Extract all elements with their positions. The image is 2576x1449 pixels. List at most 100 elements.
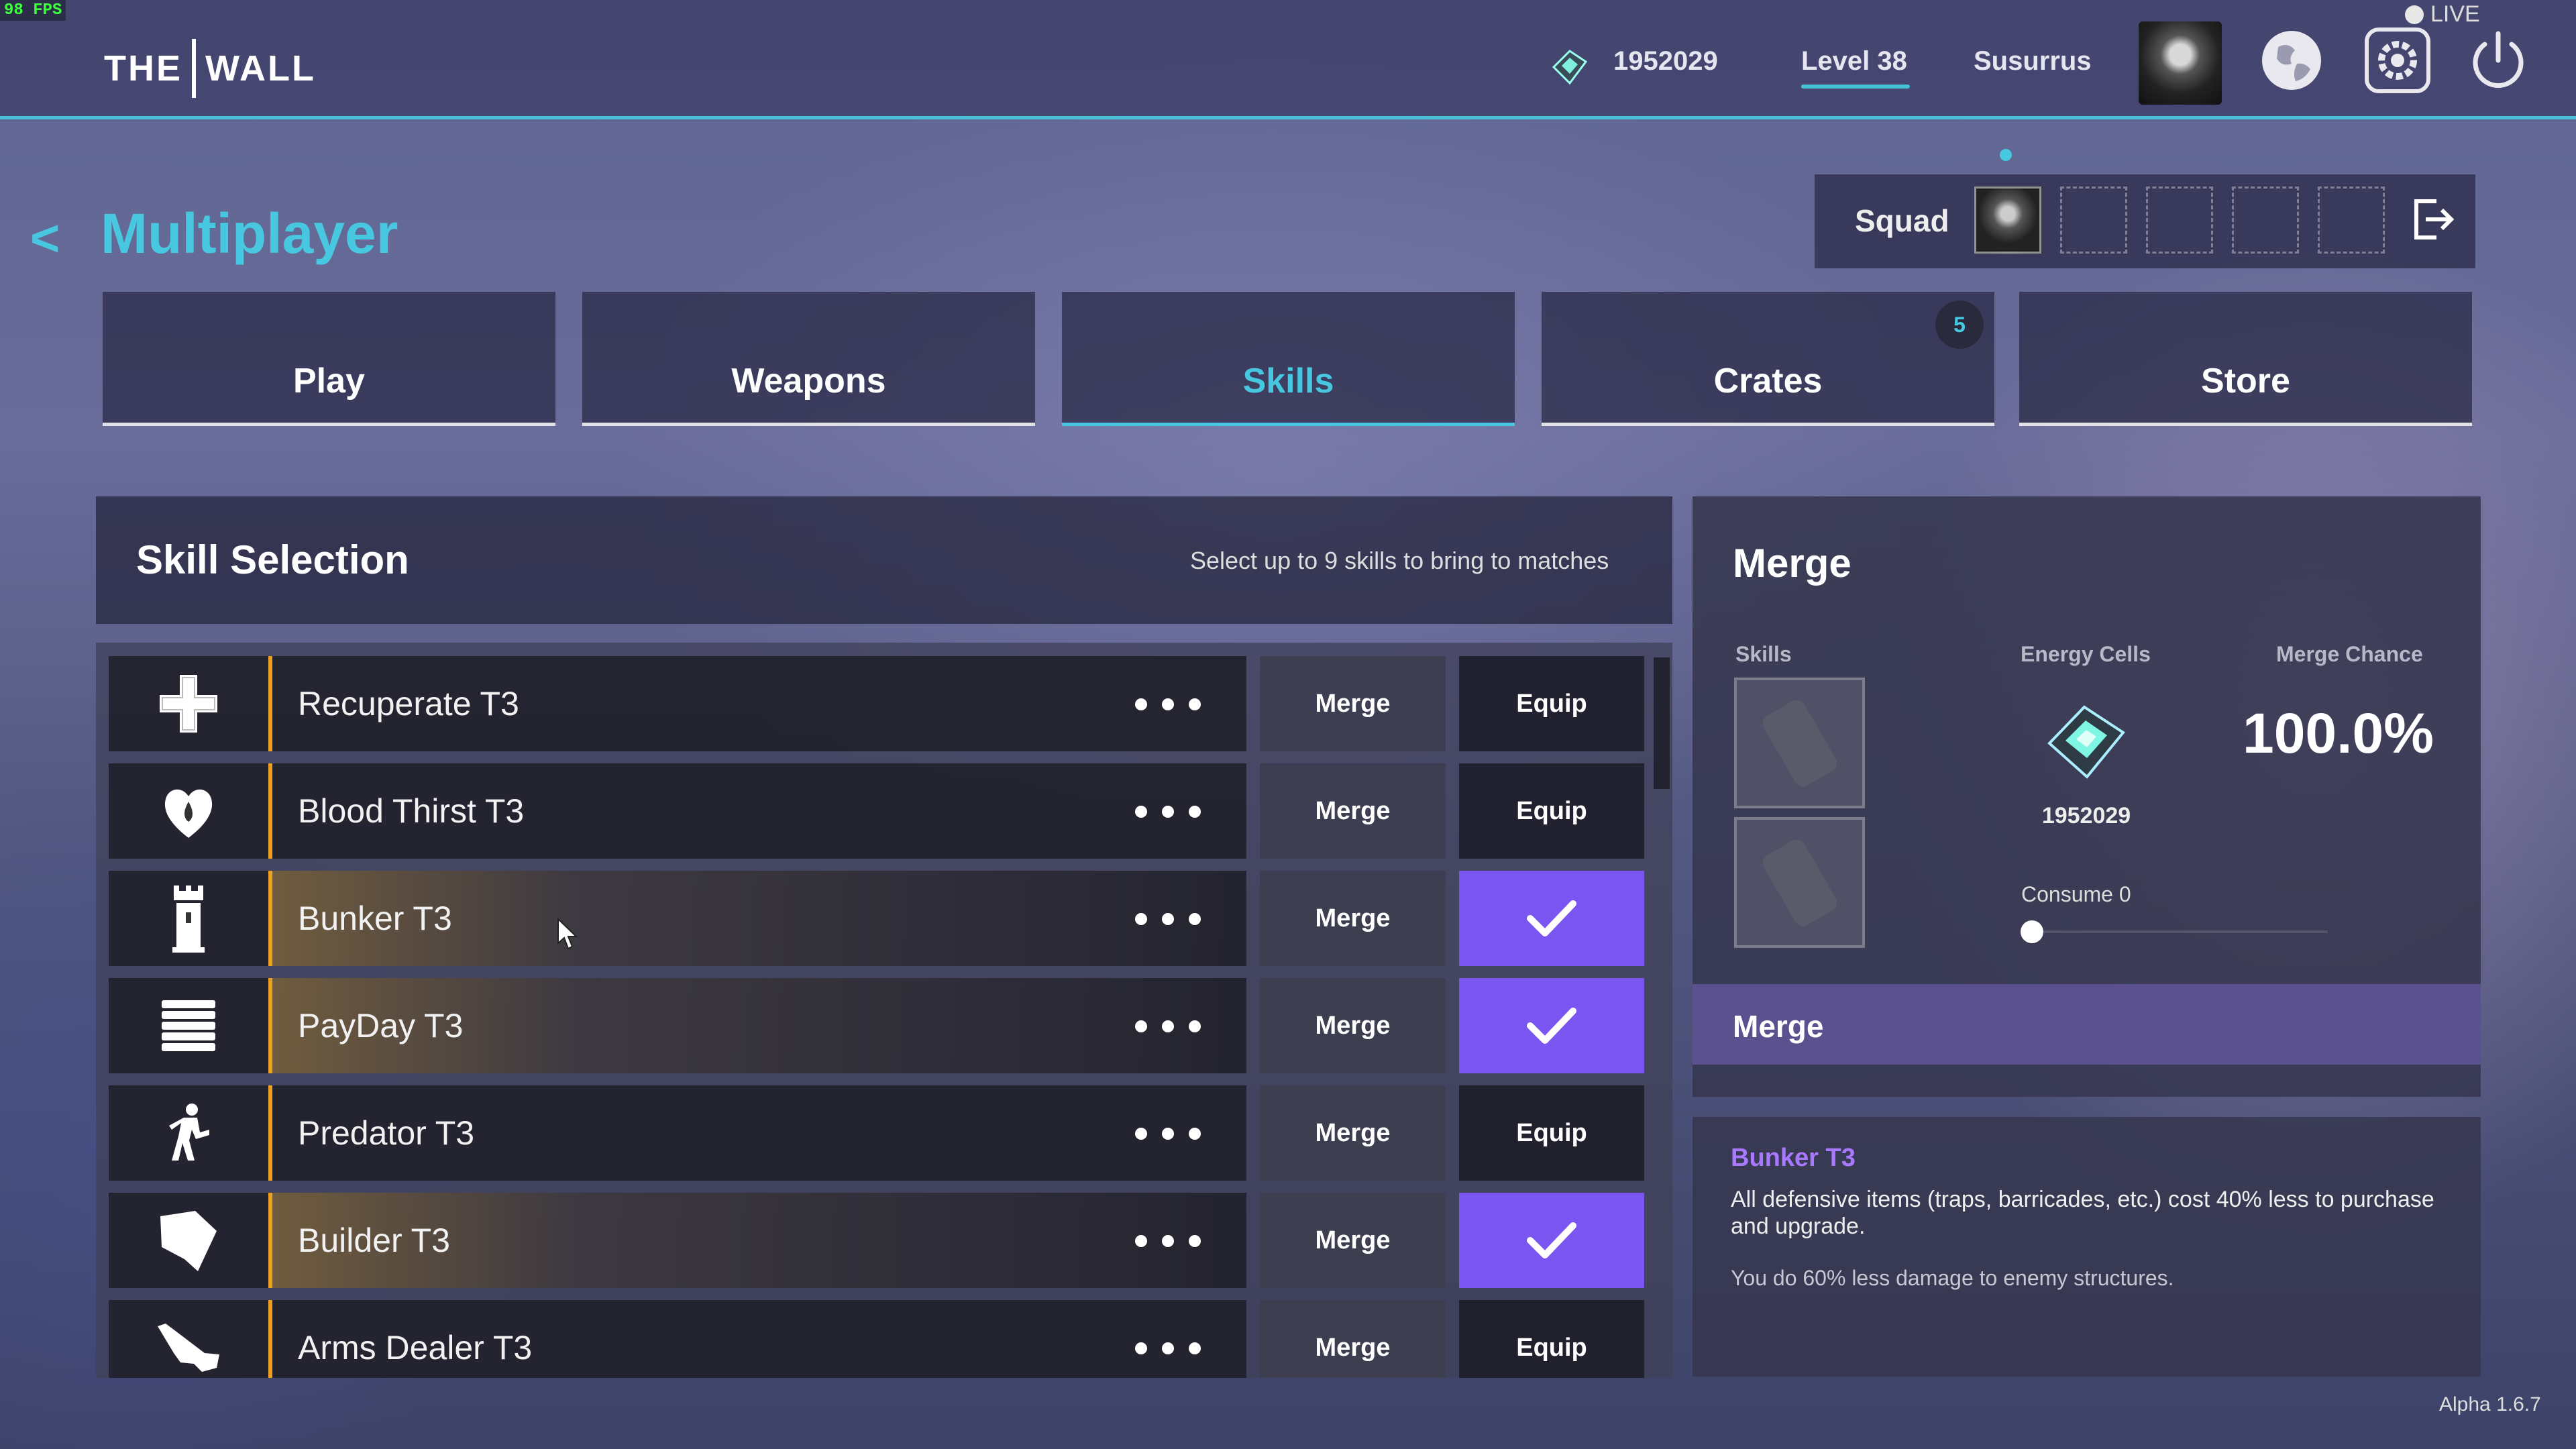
equipped-check-button[interactable] <box>1459 978 1644 1073</box>
gear-icon[interactable] <box>2364 27 2431 94</box>
live-indicator: LIVE <box>2405 1 2480 28</box>
player-name[interactable]: Susurrus <box>1974 44 2092 78</box>
skill-name: Recuperate T3 <box>298 685 519 722</box>
checkmark-icon <box>1527 900 1576 936</box>
consume-label: Consume 0 <box>2021 882 2131 906</box>
currency-amount: 1952029 <box>1613 46 1718 76</box>
live-label: LIVE <box>2430 1 2480 27</box>
live-dot-icon <box>2405 5 2424 24</box>
skill-row[interactable]: Recuperate T3 <box>109 656 1246 751</box>
skill-name: Builder T3 <box>298 1222 450 1259</box>
equip-button[interactable]: Equip <box>1459 656 1644 751</box>
more-options-icon[interactable] <box>1135 806 1201 818</box>
skill-description-text: All defensive items (traps, barricades, … <box>1731 1187 2434 1239</box>
running-figure-icon <box>109 1085 268 1181</box>
back-button[interactable]: < <box>30 209 60 268</box>
equipped-check-button[interactable] <box>1459 1193 1644 1288</box>
merge-skill-button[interactable]: Merge <box>1260 871 1446 966</box>
skill-description-note: You do 60% less damage to enemy structur… <box>1731 1266 2174 1290</box>
tier-bar <box>268 763 272 859</box>
skill-name: PayDay T3 <box>298 1007 464 1044</box>
squad-slot-empty[interactable] <box>2146 186 2213 254</box>
squad-slot-empty[interactable] <box>2060 186 2127 254</box>
equip-button[interactable]: Equip <box>1459 1300 1644 1378</box>
coin-stack-icon <box>109 978 268 1073</box>
more-options-icon[interactable] <box>1135 1128 1201 1140</box>
consume-slider-handle[interactable] <box>2021 920 2043 943</box>
more-options-icon[interactable] <box>1135 1342 1201 1354</box>
logo-text-left: THE <box>104 48 182 89</box>
skill-name: Bunker T3 <box>298 900 452 937</box>
squad-indicator-dot <box>2000 149 2012 161</box>
merge-skill-button[interactable]: Merge <box>1260 1300 1446 1378</box>
level-underline <box>1801 85 1910 89</box>
power-icon[interactable] <box>2465 27 2532 94</box>
globe-icon[interactable] <box>2258 27 2325 94</box>
skill-placeholder-icon <box>1759 696 1840 790</box>
logo-separator <box>192 39 196 98</box>
skill-description-title: Bunker T3 <box>1731 1144 1856 1172</box>
leave-squad-icon[interactable] <box>2410 196 2457 243</box>
tab-crates[interactable]: Crates <box>1542 292 1994 426</box>
tier-bar <box>268 1193 272 1288</box>
merge-skill-button[interactable]: Merge <box>1260 978 1446 1073</box>
skill-row[interactable]: Builder T3 <box>109 1193 1246 1288</box>
skill-placeholder-icon <box>1759 836 1840 929</box>
squad-slot-empty[interactable] <box>2232 186 2299 254</box>
equip-button[interactable]: Equip <box>1459 1085 1644 1181</box>
tab-store[interactable]: Store <box>2019 292 2472 426</box>
equipped-check-button[interactable] <box>1459 871 1644 966</box>
merge-chance-label: Merge Chance <box>2276 642 2423 666</box>
crates-count-badge: 5 <box>1935 301 1984 349</box>
skill-row[interactable]: Predator T3 <box>109 1085 1246 1181</box>
skill-list-scrollbar[interactable] <box>1654 657 1670 789</box>
tab-play[interactable]: Play <box>103 292 555 426</box>
checkmark-icon <box>1527 1222 1576 1258</box>
equip-button[interactable]: Equip <box>1459 763 1644 859</box>
more-options-icon[interactable] <box>1135 698 1201 710</box>
squad-slot-empty[interactable] <box>2318 186 2385 254</box>
energy-cell-icon <box>1552 50 1588 85</box>
merge-skill-button[interactable]: Merge <box>1260 1193 1446 1288</box>
version-label: Alpha 1.6.7 <box>2439 1393 2541 1415</box>
merge-button-label: Merge <box>1733 1009 1824 1044</box>
build-flag-icon <box>109 1193 268 1288</box>
consume-slider-track[interactable] <box>2033 930 2328 933</box>
tab-weapons[interactable]: Weapons <box>582 292 1035 426</box>
squad-label: Squad <box>1855 203 1949 238</box>
blood-heart-icon <box>109 763 268 859</box>
plus-icon <box>109 656 268 751</box>
skill-row[interactable]: Blood Thirst T3 <box>109 763 1246 859</box>
tier-bar <box>268 978 272 1073</box>
mouse-cursor-icon <box>557 918 578 950</box>
merge-skill-slot[interactable] <box>1734 817 1865 948</box>
skill-selection-title: Skill Selection <box>136 537 409 582</box>
tier-bar <box>268 656 272 751</box>
more-options-icon[interactable] <box>1135 1020 1201 1032</box>
tower-icon <box>109 871 268 966</box>
merge-skill-slot[interactable] <box>1734 678 1865 808</box>
skill-name: Arms Dealer T3 <box>298 1329 533 1366</box>
skill-row[interactable]: PayDay T3 <box>109 978 1246 1073</box>
energy-cells-label: Energy Cells <box>2021 642 2151 666</box>
merge-skill-button[interactable]: Merge <box>1260 656 1446 751</box>
squad-slot-self[interactable] <box>1974 186 2041 254</box>
merge-skill-button[interactable]: Merge <box>1260 1085 1446 1181</box>
tier-bar <box>268 871 272 966</box>
pistol-icon <box>109 1300 268 1378</box>
game-logo: THE WALL <box>104 39 316 98</box>
tier-bar <box>268 1085 272 1181</box>
tier-bar <box>268 1300 272 1378</box>
skill-row[interactable]: Bunker T3 <box>109 871 1246 966</box>
player-level[interactable]: Level 38 <box>1801 44 1907 78</box>
tab-skills[interactable]: Skills <box>1062 292 1515 426</box>
more-options-icon[interactable] <box>1135 1235 1201 1247</box>
skill-row[interactable]: Arms Dealer T3 <box>109 1300 1246 1378</box>
page-title: Multiplayer <box>101 202 398 265</box>
more-options-icon[interactable] <box>1135 913 1201 925</box>
skill-selection-hint: Select up to 9 skills to bring to matche… <box>1190 547 1609 574</box>
avatar[interactable] <box>2139 21 2222 105</box>
skill-list: Recuperate T3 Merge Equip Blood Thirst T3 Me… <box>96 643 1672 1378</box>
merge-skill-button[interactable]: Merge <box>1260 763 1446 859</box>
logo-text-right: WALL <box>205 48 316 89</box>
